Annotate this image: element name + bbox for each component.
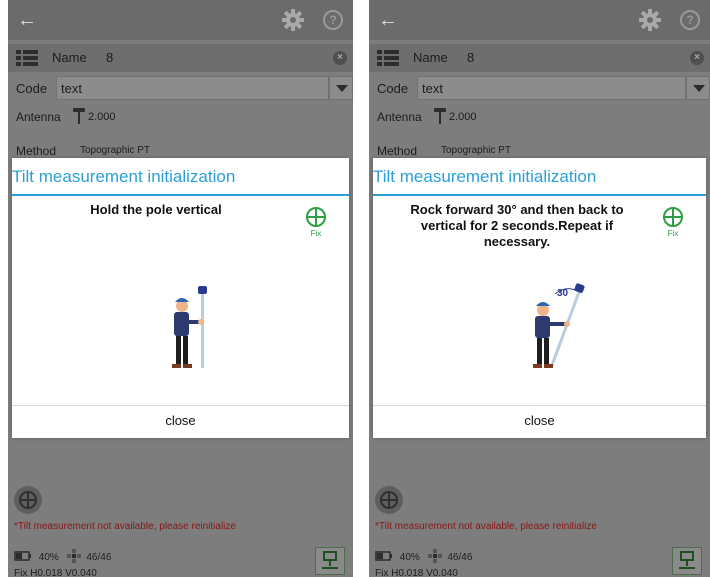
fix-precision-text: Fix H0.018 V0.040 xyxy=(14,568,97,577)
list-icon[interactable] xyxy=(377,50,399,66)
tilt-warning-text: *Tilt measurement not available, please … xyxy=(14,521,236,532)
surveyor-tilted-pole-illustration: 30 xyxy=(533,283,585,369)
survey-button[interactable] xyxy=(315,547,345,575)
tilt-init-dialog: Tilt measurement initialization Rock for… xyxy=(373,158,706,438)
method-label: Method xyxy=(16,144,57,158)
survey-icon xyxy=(679,551,695,569)
clear-icon: × xyxy=(694,52,700,63)
settings-button[interactable] xyxy=(638,8,662,32)
survey-button[interactable] xyxy=(672,547,702,575)
clear-name-button[interactable]: × xyxy=(690,51,704,65)
help-button[interactable]: ? xyxy=(680,10,700,30)
battery-icon xyxy=(14,551,36,564)
method-label: Method xyxy=(377,144,418,158)
target-button[interactable] xyxy=(375,486,403,514)
survey-icon xyxy=(322,551,338,569)
target-icon xyxy=(380,491,398,509)
status-row: 40% 46/46 xyxy=(14,549,111,563)
surveyor-vertical-pole-illustration xyxy=(172,286,207,368)
code-label: Code xyxy=(377,81,409,96)
battery-level: 40% xyxy=(38,552,59,563)
name-label: Name xyxy=(52,50,87,65)
clear-icon: × xyxy=(337,52,343,63)
instruction-text: Rock forward 30° and then back to vertic… xyxy=(410,202,624,249)
close-button[interactable]: close xyxy=(373,406,706,438)
fix-label: Fix xyxy=(310,229,322,238)
code-input[interactable]: text xyxy=(417,76,686,100)
antenna-label: Antenna xyxy=(377,110,422,124)
fix-precision-text: Fix H0.018 V0.040 xyxy=(375,568,458,577)
close-button[interactable]: close xyxy=(12,406,349,438)
fix-status: Fix xyxy=(301,206,331,238)
settings-button[interactable] xyxy=(281,8,305,32)
tilt-angle-label: 30 xyxy=(557,288,569,299)
antenna-label: Antenna xyxy=(16,110,61,124)
top-bar: ← ? xyxy=(8,0,353,40)
phone-screen-right: ← ? Name 8 × Code text Antenna 2.000 Met… xyxy=(369,0,710,577)
question-icon: ? xyxy=(329,13,337,27)
method-value[interactable]: Topographic PT xyxy=(80,145,150,156)
name-label: Name xyxy=(413,50,448,65)
name-field[interactable]: 8 xyxy=(467,50,474,65)
dialog-title: Tilt measurement initialization xyxy=(12,158,349,196)
battery-icon xyxy=(375,551,397,564)
method-value[interactable]: Topographic PT xyxy=(441,145,511,156)
arrow-left-icon: ← xyxy=(378,9,398,31)
target-icon xyxy=(19,491,37,509)
antenna-height-value[interactable]: 2.000 xyxy=(88,111,116,123)
code-label: Code xyxy=(16,81,48,96)
antenna-height-value[interactable]: 2.000 xyxy=(449,111,477,123)
arrow-left-icon: ← xyxy=(17,9,37,31)
list-icon[interactable] xyxy=(16,50,38,66)
gear-icon xyxy=(282,9,304,31)
question-icon: ? xyxy=(686,13,694,27)
satellite-count: 46/46 xyxy=(86,552,112,563)
satellite-count: 46/46 xyxy=(447,552,473,563)
status-row: 40% 46/46 xyxy=(375,549,472,563)
satellite-icon xyxy=(423,549,445,566)
name-row: Name 8 × xyxy=(369,44,710,72)
name-row: Name 8 × xyxy=(8,44,353,72)
code-input[interactable]: text xyxy=(56,76,329,100)
fix-label: Fix xyxy=(667,229,679,238)
top-bar: ← ? xyxy=(369,0,710,40)
name-field[interactable]: 8 xyxy=(106,50,113,65)
antenna-icon xyxy=(73,108,85,124)
crosshair-icon xyxy=(663,207,683,227)
crosshair-icon xyxy=(306,207,326,227)
battery-level: 40% xyxy=(399,552,420,563)
gear-icon xyxy=(639,9,661,31)
back-button[interactable]: ← xyxy=(375,7,401,33)
tilt-warning-text: *Tilt measurement not available, please … xyxy=(375,521,597,532)
instruction-text: Hold the pole vertical xyxy=(90,202,222,217)
tilt-init-dialog: Tilt measurement initialization Hold the… xyxy=(12,158,349,438)
dialog-title: Tilt measurement initialization xyxy=(373,158,706,196)
phone-screen-left: ← ? Name 8 × Code text Antenna 2.000 Met… xyxy=(8,0,353,577)
help-button[interactable]: ? xyxy=(323,10,343,30)
satellite-icon xyxy=(62,549,84,566)
antenna-icon xyxy=(434,108,446,124)
back-button[interactable]: ← xyxy=(14,7,40,33)
clear-name-button[interactable]: × xyxy=(333,51,347,65)
code-dropdown-button[interactable] xyxy=(686,76,710,100)
target-button[interactable] xyxy=(14,486,42,514)
fix-status: Fix xyxy=(658,206,688,238)
code-dropdown-button[interactable] xyxy=(329,76,353,100)
